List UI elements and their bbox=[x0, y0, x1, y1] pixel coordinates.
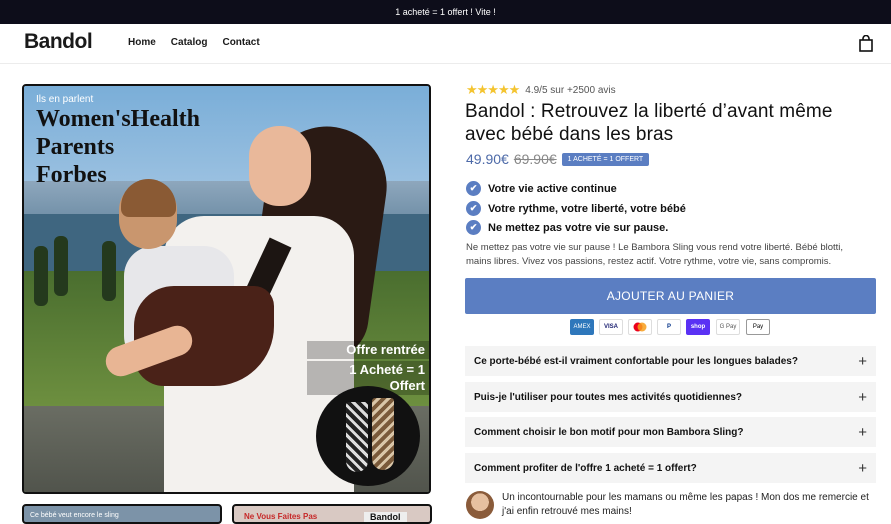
product-title: Bandol : Retrouvez la liberté d’avant mê… bbox=[465, 101, 833, 145]
press-label: Ils en parlent bbox=[36, 94, 94, 105]
faq-question-1: Ce porte-bébé est-il vraiment confortabl… bbox=[474, 355, 798, 367]
announcement-text: 1 acheté = 1 offert ! Vite ! bbox=[395, 7, 496, 17]
review-text: Un incontournable pour les mamans ou mêm… bbox=[502, 492, 869, 517]
feature-2-text: Votre rythme, votre liberté, votre bébé bbox=[488, 202, 686, 215]
feature-3-text: Ne mettez pas votre vie sur pause. bbox=[488, 221, 669, 234]
feature-2: ✔ Votre rythme, votre liberté, votre béb… bbox=[466, 201, 686, 216]
plus-icon[interactable]: + bbox=[858, 460, 867, 477]
press-parents: Parents bbox=[36, 134, 115, 160]
sling-leopard-image bbox=[372, 398, 394, 470]
press-forbes: Forbes bbox=[36, 162, 107, 188]
plus-icon[interactable]: + bbox=[858, 353, 867, 370]
feature-1-text: Votre vie active continue bbox=[488, 182, 617, 195]
add-to-cart-button[interactable]: AJOUTER AU PANIER bbox=[465, 278, 876, 314]
mastercard-icon bbox=[628, 319, 652, 335]
google-pay-icon: G Pay bbox=[716, 319, 740, 335]
faq-item-2[interactable]: Puis-je l'utiliser pour toutes mes activ… bbox=[465, 382, 876, 412]
feature-1: ✔ Votre vie active continue bbox=[466, 181, 617, 196]
paypal-icon: P bbox=[657, 319, 681, 335]
offer-line1: Offre rentrée bbox=[307, 341, 429, 359]
rating-text: 4.9/5 sur +2500 avis bbox=[525, 84, 616, 96]
visa-icon: VISA bbox=[599, 319, 623, 335]
price-block: 49.90€ 69.90€ 1 ACHETÉ = 1 OFFERT bbox=[466, 151, 650, 167]
faq-question-4: Comment profiter de l'offre 1 acheté = 1… bbox=[474, 462, 697, 474]
check-icon: ✔ bbox=[466, 220, 481, 235]
cart-icon[interactable] bbox=[859, 35, 873, 52]
price: 49.90€ bbox=[466, 151, 509, 167]
press-mentions: Ils en parlent Women'sHealth Parents For… bbox=[36, 94, 200, 189]
press-womens-health: Women'sHealth bbox=[36, 106, 201, 132]
shop-pay-icon: shop bbox=[686, 319, 710, 335]
sale-badge: 1 ACHETÉ = 1 OFFERT bbox=[561, 152, 650, 166]
amex-icon: AMEX bbox=[570, 319, 594, 335]
avatar bbox=[466, 491, 494, 519]
product-hero-image[interactable]: Ils en parlent Women'sHealth Parents For… bbox=[22, 84, 431, 494]
sling-zebra-image bbox=[346, 402, 368, 472]
thumbnail-1-caption: Ce bébé veut encore le sling bbox=[30, 512, 119, 519]
nav-contact[interactable]: Contact bbox=[222, 37, 259, 48]
apple-pay-icon: Pay bbox=[746, 319, 770, 335]
plus-icon[interactable]: + bbox=[858, 389, 867, 406]
check-icon: ✔ bbox=[466, 201, 481, 216]
thumbnail-2-brand: Bandol bbox=[364, 512, 407, 522]
nav-catalog[interactable]: Catalog bbox=[171, 37, 208, 48]
faq-question-3: Comment choisir le bon motif pour mon Ba… bbox=[474, 426, 744, 438]
faq-item-4[interactable]: Comment profiter de l'offre 1 acheté = 1… bbox=[465, 453, 876, 483]
compare-price: 69.90€ bbox=[513, 151, 557, 167]
check-icon: ✔ bbox=[466, 181, 481, 196]
thumbnail-2[interactable]: Ne Vous Faites Pas Bandol bbox=[232, 504, 432, 524]
main-nav: Home Catalog Contact bbox=[128, 37, 260, 48]
logo[interactable]: Bandol bbox=[24, 30, 93, 54]
rating: ★★★★★ 4.9/5 sur +2500 avis bbox=[466, 82, 616, 98]
faq-item-3[interactable]: Comment choisir le bon motif pour mon Ba… bbox=[465, 417, 876, 447]
product-badge bbox=[316, 386, 420, 486]
plus-icon[interactable]: + bbox=[858, 424, 867, 441]
customer-review: Un incontournable pour les mamans ou mêm… bbox=[466, 491, 872, 519]
site-header: Bandol Home Catalog Contact bbox=[0, 24, 891, 64]
nav-home[interactable]: Home bbox=[128, 37, 156, 48]
thumbnail-1[interactable]: Ce bébé veut encore le sling bbox=[22, 504, 222, 524]
faq-question-2: Puis-je l'utiliser pour toutes mes activ… bbox=[474, 391, 742, 403]
product-description: Ne mettez pas votre vie sur pause ! Le B… bbox=[466, 242, 844, 267]
faq-item-1[interactable]: Ce porte-bébé est-il vraiment confortabl… bbox=[465, 346, 876, 376]
apple-pay-label: Pay bbox=[752, 324, 764, 330]
announcement-bar: 1 acheté = 1 offert ! Vite ! bbox=[0, 0, 891, 24]
star-rating-icon: ★★★★★ bbox=[466, 82, 520, 97]
feature-3: ✔ Ne mettez pas votre vie sur pause. bbox=[466, 220, 668, 235]
